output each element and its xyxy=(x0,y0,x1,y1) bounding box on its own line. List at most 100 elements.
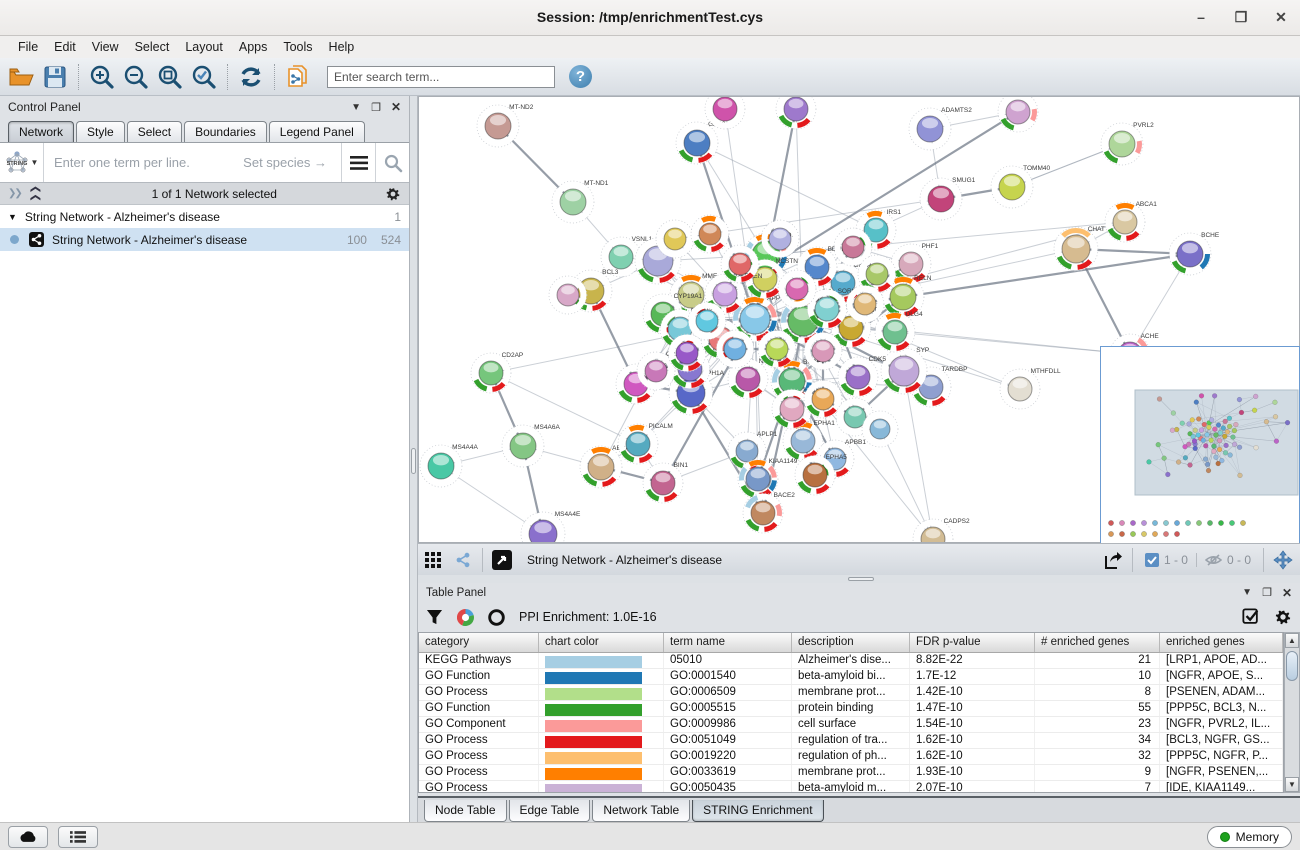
table-row[interactable]: GO FunctionGO:0001540beta-amyloid bi...1… xyxy=(419,669,1283,685)
table-row[interactable]: GO ComponentGO:0009986cell surface1.54E-… xyxy=(419,717,1283,733)
table-settings-gear-icon[interactable] xyxy=(1274,608,1292,626)
expand-all-icon[interactable]: ❯❯ xyxy=(8,188,21,199)
export-view-button[interactable] xyxy=(1100,548,1126,572)
donut-chart-icon[interactable] xyxy=(457,609,474,626)
table-cell: 9 xyxy=(1035,765,1160,780)
menu-edit[interactable]: Edit xyxy=(46,40,84,54)
svg-text:IRS1: IRS1 xyxy=(887,209,902,216)
string-dropdown-caret-icon: ▼ xyxy=(31,158,39,167)
panel-menu-icon[interactable]: ▼ xyxy=(1242,587,1252,598)
birdseye-toggle-button[interactable] xyxy=(489,548,515,572)
menu-tools[interactable]: Tools xyxy=(275,40,320,54)
help-icon[interactable]: ? xyxy=(569,65,592,88)
table-row[interactable]: KEGG Pathways05010Alzheimer's dise...8.8… xyxy=(419,653,1283,669)
scrollbar-thumb[interactable] xyxy=(1286,651,1298,681)
import-network-button[interactable] xyxy=(283,62,313,92)
table-cell: [IDE, KIAA1149... xyxy=(1160,781,1283,793)
set-species-link[interactable]: Set species → xyxy=(243,155,341,170)
refresh-button[interactable] xyxy=(236,62,266,92)
column-header-FDR-p-value[interactable]: FDR p-value xyxy=(910,633,1035,652)
table-row[interactable]: GO ProcessGO:0050435beta-amyloid m...2.0… xyxy=(419,781,1283,793)
menu-help[interactable]: Help xyxy=(321,40,363,54)
open-session-button[interactable] xyxy=(6,62,36,92)
table-panel: Table Panel ▼ ❐ ✕ PPI Enrichment: 1.0E-1… xyxy=(418,583,1300,796)
zoom-fit-button[interactable] xyxy=(155,62,185,92)
column-header-term-name[interactable]: term name xyxy=(664,633,792,652)
table-scrollbar[interactable]: ▲ ▼ xyxy=(1284,632,1300,793)
vertical-splitter[interactable] xyxy=(410,96,418,822)
float-panel-icon[interactable]: ❐ xyxy=(371,101,381,114)
float-panel-icon[interactable]: ❐ xyxy=(1262,586,1272,599)
svg-text:MS4A4A: MS4A4A xyxy=(452,444,478,451)
svg-text:EPHA1: EPHA1 xyxy=(814,420,836,427)
maximize-button[interactable]: ❐ xyxy=(1232,8,1250,26)
menu-view[interactable]: View xyxy=(84,40,127,54)
network-row-selected[interactable]: String Network - Alzheimer's disease 100… xyxy=(0,228,409,251)
string-search-button[interactable] xyxy=(375,143,409,182)
zoom-selected-button[interactable] xyxy=(189,62,219,92)
view-share-button[interactable] xyxy=(450,548,476,572)
close-button[interactable]: ✕ xyxy=(1272,8,1290,26)
table-row[interactable]: GO ProcessGO:0033619membrane prot...1.93… xyxy=(419,765,1283,781)
panel-menu-icon[interactable]: ▼ xyxy=(351,102,361,113)
menu-layout[interactable]: Layout xyxy=(177,40,231,54)
horizontal-splitter[interactable] xyxy=(418,575,1300,583)
network-name: String Network - Alzheimer's disease xyxy=(52,233,333,247)
search-input[interactable] xyxy=(327,66,555,88)
gear-icon[interactable] xyxy=(385,186,401,202)
table-cell: membrane prot... xyxy=(792,685,910,700)
navigator-button[interactable] xyxy=(1270,548,1296,572)
close-panel-icon[interactable]: ✕ xyxy=(1282,586,1292,600)
network-collection-row[interactable]: ▼ String Network - Alzheimer's disease 1 xyxy=(0,205,409,228)
tab-string-enrichment[interactable]: STRING Enrichment xyxy=(692,800,823,822)
column-header-chart-color[interactable]: chart color xyxy=(539,633,664,652)
splitter-grip[interactable] xyxy=(848,577,874,581)
collapse-all-icon[interactable]: ❯❯ xyxy=(30,185,41,202)
tab-network[interactable]: Network xyxy=(8,121,74,142)
tab-node-table[interactable]: Node Table xyxy=(424,800,507,822)
tree-expander-icon[interactable]: ▼ xyxy=(8,212,17,222)
table-cell: beta-amyloid bi... xyxy=(792,669,910,684)
string-query-input[interactable]: Enter one term per line. xyxy=(44,155,243,170)
table-row[interactable]: GO FunctionGO:0005515protein binding1.47… xyxy=(419,701,1283,717)
zoom-in-button[interactable] xyxy=(87,62,117,92)
filter-icon[interactable] xyxy=(426,609,443,626)
scroll-up-button[interactable]: ▲ xyxy=(1285,633,1299,648)
tab-edge-table[interactable]: Edge Table xyxy=(509,800,591,822)
scroll-down-button[interactable]: ▼ xyxy=(1285,777,1299,792)
tab-style[interactable]: Style xyxy=(76,121,125,142)
select-columns-icon[interactable] xyxy=(1242,608,1260,626)
menu-apps[interactable]: Apps xyxy=(231,40,276,54)
column-header-category[interactable]: category xyxy=(419,633,539,652)
string-database-selector[interactable]: STRING ▼ xyxy=(0,143,44,182)
view-grid-button[interactable] xyxy=(420,548,446,572)
tab-boundaries[interactable]: Boundaries xyxy=(184,121,267,142)
column-header-enriched-genes[interactable]: # enriched genes xyxy=(1035,633,1160,652)
minimize-button[interactable]: – xyxy=(1192,8,1210,26)
zoom-out-button[interactable] xyxy=(121,62,151,92)
table-cell: GO Process xyxy=(419,749,539,764)
birds-eye-view[interactable] xyxy=(1100,346,1300,545)
tab-network-table[interactable]: Network Table xyxy=(592,800,690,822)
tab-select[interactable]: Select xyxy=(127,121,182,142)
column-header-enriched-genes[interactable]: enriched genes xyxy=(1160,633,1283,652)
table-row[interactable]: GO ProcessGO:0006509membrane prot...1.42… xyxy=(419,685,1283,701)
memory-indicator[interactable]: Memory xyxy=(1207,826,1292,848)
table-row[interactable]: GO ProcessGO:0051049regulation of tra...… xyxy=(419,733,1283,749)
automation-status-button[interactable] xyxy=(8,826,48,848)
table-cell: [LRP1, APOE, AD... xyxy=(1160,653,1283,668)
column-header-description[interactable]: description xyxy=(792,633,910,652)
ring-chart-icon[interactable] xyxy=(488,609,505,626)
string-options-button[interactable] xyxy=(341,143,375,182)
table-cell: GO:0005515 xyxy=(664,701,792,716)
table-cell: GO Process xyxy=(419,685,539,700)
splitter-grip[interactable] xyxy=(411,448,416,474)
menu-file[interactable]: File xyxy=(10,40,46,54)
close-panel-icon[interactable]: ✕ xyxy=(391,100,401,114)
svg-text:RELN: RELN xyxy=(914,275,932,282)
menu-select[interactable]: Select xyxy=(127,40,178,54)
table-row[interactable]: GO ProcessGO:0019220regulation of ph...1… xyxy=(419,749,1283,765)
task-history-button[interactable] xyxy=(58,826,98,848)
tab-legend-panel[interactable]: Legend Panel xyxy=(269,121,365,142)
save-session-button[interactable] xyxy=(40,62,70,92)
